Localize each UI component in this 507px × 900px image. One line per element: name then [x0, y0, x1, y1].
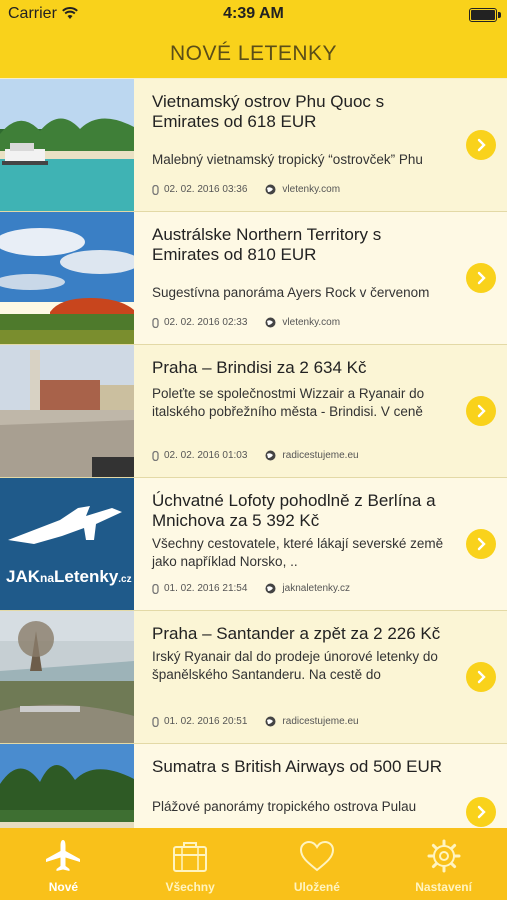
- paperclip-icon: [152, 450, 159, 461]
- chevron-right-icon: [477, 404, 486, 418]
- article-title: Sumatra s British Airways od 500 EUR: [152, 757, 443, 776]
- globe-icon: [265, 184, 276, 195]
- globe-icon: [265, 716, 276, 727]
- tab-label: Nové: [48, 880, 79, 894]
- article-description: Plážové panorámy tropického ostrova Pula…: [152, 799, 417, 814]
- page-title: NOVÉ LETENKY: [169, 42, 338, 65]
- paperclip-icon: [152, 317, 159, 328]
- list-item[interactable]: Austrálske Northern Territory s Emirates…: [0, 212, 507, 345]
- article-date: 02. 02. 2016 03:36: [164, 184, 248, 195]
- airplane-icon: [46, 840, 81, 871]
- tab-bar: Nové Všechny Uložené Nastavení: [0, 828, 507, 900]
- open-article-button[interactable]: [466, 662, 496, 692]
- open-article-button[interactable]: [466, 130, 496, 160]
- svg-text:JAKnaLetenky.cz: JAKnaLetenky.cz: [6, 567, 132, 586]
- paperclip-icon: [152, 583, 159, 594]
- article-meta: 02. 02. 2016 01:03 radicestujeme.eu: [152, 450, 359, 461]
- tab-ulozene[interactable]: Uložené: [254, 828, 381, 900]
- nav-bar: NOVÉ LETENKY: [0, 30, 507, 78]
- chevron-right-icon: [477, 805, 486, 819]
- article-thumbnail: [0, 345, 134, 477]
- list-item[interactable]: Sumatra s British Airways od 500 EUR Plá…: [0, 744, 507, 828]
- tab-label: Nastavení: [415, 880, 472, 894]
- list-item[interactable]: Praha – Brindisi za 2 634 Kč Poleťte se …: [0, 345, 507, 478]
- paperclip-icon: [152, 716, 159, 727]
- chevron-right-icon: [477, 537, 486, 551]
- article-source: radicestujeme.eu: [282, 450, 359, 461]
- article-list[interactable]: Vietnamský ostrov Phu Quoc s Emirates od…: [0, 79, 507, 828]
- paperclip-icon: [152, 184, 159, 195]
- globe-icon: [265, 317, 276, 328]
- tab-label: Uložené: [293, 880, 340, 894]
- article-thumbnail: [0, 79, 134, 211]
- article-thumbnail: [0, 212, 134, 344]
- article-meta: 02. 02. 2016 03:36 vletenky.com: [152, 184, 340, 195]
- article-date: 02. 02. 2016 01:03: [164, 450, 248, 461]
- article-title: Úchvatné Lofoty pohodlně z Berlína a Mni…: [152, 491, 436, 530]
- article-thumbnail: [0, 611, 134, 743]
- article-title: Vietnamský ostrov Phu Quoc s Emirates od…: [152, 92, 385, 131]
- article-description: Všechny cestovatele, které lákají severs…: [152, 536, 444, 569]
- article-meta: 01. 02. 2016 21:54 jaknaletenky.cz: [152, 583, 350, 594]
- open-article-button[interactable]: [466, 797, 496, 827]
- jaknaletenky-logo: JAKnaLetenky.cz: [0, 478, 134, 610]
- clock: 4:39 AM: [223, 5, 284, 22]
- article-description: Sugestívna panoráma Ayers Rock v červeno…: [152, 285, 430, 300]
- article-date: 01. 02. 2016 20:51: [164, 716, 248, 727]
- article-source: vletenky.com: [282, 317, 341, 328]
- article-thumbnail: JAKnaLetenky.cz: [0, 478, 134, 610]
- article-date: 01. 02. 2016 21:54: [164, 583, 248, 594]
- list-item[interactable]: JAKnaLetenky.cz Úchvatné Lofoty pohodlně…: [0, 478, 507, 611]
- chevron-right-icon: [477, 138, 486, 152]
- tab-nastaveni[interactable]: Nastavení: [380, 828, 507, 900]
- article-source: vletenky.com: [282, 184, 341, 195]
- chevron-right-icon: [477, 670, 486, 684]
- article-date: 02. 02. 2016 02:33: [164, 317, 248, 328]
- status-bar: Carrier 4:39 AM: [0, 0, 507, 30]
- heart-icon: [299, 840, 334, 872]
- gear-icon: [427, 839, 461, 873]
- article-title: Praha – Brindisi za 2 634 Kč: [152, 358, 367, 377]
- globe-icon: [265, 450, 276, 461]
- article-meta: 01. 02. 2016 20:51 radicestujeme.eu: [152, 716, 359, 727]
- briefcase-icon: [173, 842, 208, 872]
- article-thumbnail: [0, 744, 134, 828]
- open-article-button[interactable]: [466, 529, 496, 559]
- tab-vsechny[interactable]: Všechny: [127, 828, 254, 900]
- tab-label: Všechny: [165, 880, 215, 894]
- globe-icon: [265, 583, 276, 594]
- article-title: Praha – Santander a zpět za 2 226 Kč: [152, 624, 441, 643]
- article-source: radicestujeme.eu: [282, 716, 359, 727]
- article-title: Austrálske Northern Territory s Emirates…: [152, 225, 382, 264]
- article-meta: 02. 02. 2016 02:33 vletenky.com: [152, 317, 340, 328]
- list-item[interactable]: Praha – Santander a zpět za 2 226 Kč Irs…: [0, 611, 507, 744]
- article-description: Irský Ryanair dal do prodeje únorové let…: [152, 649, 438, 682]
- article-source: jaknaletenky.cz: [282, 583, 351, 594]
- article-description: Malebný vietnamský tropický “ostrovček” …: [152, 152, 423, 167]
- open-article-button[interactable]: [466, 396, 496, 426]
- chevron-right-icon: [477, 271, 486, 285]
- open-article-button[interactable]: [466, 263, 496, 293]
- article-description: Poleťte se společnostmi Wizzair a Ryanai…: [152, 386, 425, 419]
- battery-icon: [469, 8, 501, 22]
- list-item[interactable]: Vietnamský ostrov Phu Quoc s Emirates od…: [0, 79, 507, 212]
- tab-nove[interactable]: Nové: [0, 828, 127, 900]
